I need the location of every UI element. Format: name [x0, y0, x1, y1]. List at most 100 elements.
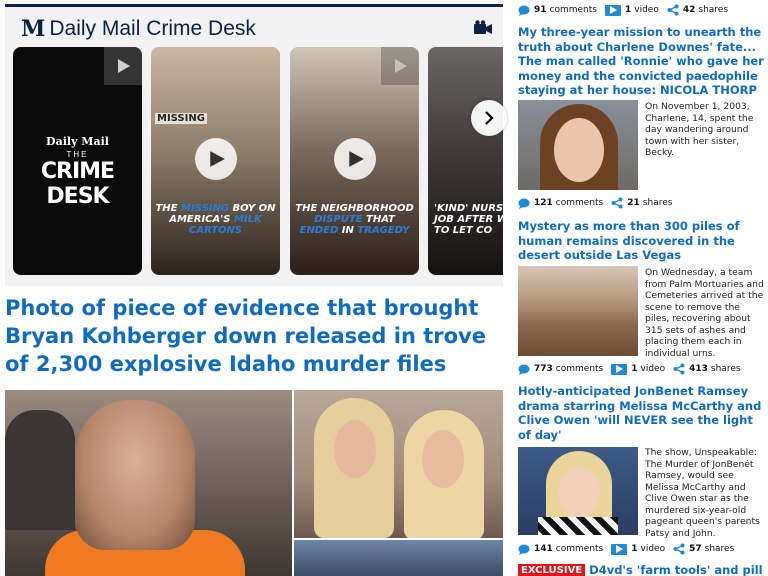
- story-thumbnail[interactable]: [518, 100, 638, 190]
- share-icon[interactable]: [673, 543, 685, 555]
- exclusive-story[interactable]: EXCLUSIVE D4vd's 'farm tools' and pill: [518, 563, 763, 576]
- share-count[interactable]: 413: [689, 364, 708, 374]
- video-count[interactable]: 1: [631, 544, 637, 554]
- story-meta: 91 comments 1 video 42 shares: [518, 2, 728, 18]
- share-icon[interactable]: [673, 363, 685, 375]
- logo-the: THE: [66, 150, 89, 159]
- comment-count[interactable]: 121: [534, 198, 553, 208]
- video-card-caption: THE MISSING BOY ON AMERICA'S MILK CARTON…: [155, 203, 276, 236]
- share-count[interactable]: 21: [627, 198, 640, 208]
- comment-bubble-icon[interactable]: [518, 544, 530, 555]
- carousel-next-button[interactable]: [471, 100, 507, 136]
- play-button[interactable]: [194, 138, 237, 180]
- video-card[interactable]: 'KIND' NURSE JOB AFTER W TO LET CO: [428, 47, 503, 275]
- story-headline-link[interactable]: My three-year mission to unearth the tru…: [518, 25, 764, 98]
- thumb-face: [558, 467, 600, 517]
- share-label: shares: [710, 364, 741, 374]
- comment-label: comments: [555, 364, 604, 374]
- video-icon[interactable]: [604, 4, 621, 16]
- story-meta: 773 comments 1 video 413 shares: [518, 361, 741, 377]
- caption-highlight: TRAGEDY: [357, 225, 410, 236]
- play-button[interactable]: [104, 47, 142, 85]
- caption-part: THE NEIGHBORHOOD: [295, 203, 414, 214]
- missing-poster-label: MISSING: [155, 113, 207, 124]
- caption-line: 'KIND' NURSE: [434, 203, 503, 214]
- caption-highlight: DISPUTE: [314, 214, 363, 225]
- story-meta: 121 comments 21 shares: [518, 195, 672, 211]
- video-icon[interactable]: [611, 363, 628, 375]
- video-camera-icon[interactable]: [473, 20, 493, 36]
- video-icon[interactable]: [611, 543, 628, 555]
- comment-count[interactable]: 91: [534, 5, 547, 15]
- share-count[interactable]: 57: [689, 544, 702, 554]
- share-count[interactable]: 42: [683, 5, 696, 15]
- video-label: video: [640, 544, 666, 554]
- video-card[interactable]: THE NEIGHBORHOOD DISPUTE THAT ENDED IN T…: [290, 47, 419, 275]
- play-icon: [395, 59, 407, 73]
- crime-desk-widget: M Daily Mail Crime Desk Daily Mail THE C…: [5, 4, 507, 286]
- story-thumbnail[interactable]: [518, 266, 638, 356]
- main-headline-link[interactable]: Photo of piece of evidence that brought …: [5, 294, 503, 378]
- caption-line: JOB AFTER W: [434, 214, 503, 225]
- video-card[interactable]: Daily Mail THE CRIME DESK: [13, 47, 142, 275]
- exclusive-badge: EXCLUSIVE: [518, 563, 586, 576]
- logo-crime-desk: CRIME DESK: [40, 159, 115, 209]
- play-icon: [118, 59, 130, 73]
- story-summary: The show, Unspeakable: The Murder of Jon…: [645, 447, 760, 539]
- caption-part: THAT: [362, 214, 395, 225]
- story-meta: 141 comments 1 video 57 shares: [518, 541, 734, 557]
- play-button[interactable]: [333, 138, 376, 180]
- photo-background-figure: [5, 410, 75, 530]
- caption-highlight: MISSING: [181, 203, 230, 214]
- video-carousel: Daily Mail THE CRIME DESK MISSING THE MI…: [13, 47, 503, 275]
- crime-desk-title[interactable]: Daily Mail Crime Desk: [49, 17, 256, 41]
- story-headline-link[interactable]: Hotly-anticipated JonBenet Ramsey drama …: [518, 384, 764, 442]
- video-card-caption: THE NEIGHBORHOOD DISPUTE THAT ENDED IN T…: [294, 203, 415, 236]
- comment-bubble-icon[interactable]: [518, 364, 530, 375]
- article-photo-courtroom[interactable]: [5, 390, 292, 576]
- video-label: video: [634, 5, 659, 15]
- story-headline-link[interactable]: Mystery as more than 300 piles of human …: [518, 219, 764, 263]
- video-count[interactable]: 1: [625, 5, 631, 15]
- caption-part: THE: [155, 203, 181, 214]
- video-card-caption: 'KIND' NURSE JOB AFTER W TO LET CO: [434, 203, 503, 236]
- crime-desk-header[interactable]: M Daily Mail Crime Desk: [21, 15, 256, 43]
- video-card[interactable]: MISSING THE MISSING BOY ON AMERICA'S MIL…: [151, 47, 280, 275]
- logo-daily-mail: Daily Mail: [46, 135, 109, 148]
- story-summary: On November 1, 2003, Charlene, 14, spent…: [645, 101, 754, 158]
- video-label: video: [640, 364, 666, 374]
- play-button[interactable]: [381, 47, 419, 85]
- comment-bubble-icon[interactable]: [518, 198, 530, 209]
- play-icon: [210, 151, 225, 167]
- video-count[interactable]: 1: [631, 364, 637, 374]
- comment-label: comments: [549, 5, 597, 15]
- share-icon[interactable]: [667, 4, 679, 16]
- comment-count[interactable]: 141: [534, 544, 553, 554]
- share-label: shares: [704, 544, 735, 554]
- share-label: shares: [698, 5, 729, 15]
- sidebar-column: 91 comments 1 video 42 shares My three-year…: [518, 0, 768, 576]
- photo-face: [334, 420, 376, 478]
- article-photo-two-women[interactable]: [294, 390, 503, 538]
- caption-part: IN: [338, 225, 358, 236]
- chevron-right-icon: [485, 111, 494, 125]
- crime-desk-logo: Daily Mail THE CRIME DESK: [13, 135, 142, 209]
- comment-count[interactable]: 773: [534, 364, 553, 374]
- article-photo-secondary[interactable]: [294, 540, 503, 576]
- photo-face: [422, 430, 464, 488]
- exclusive-headline-link[interactable]: D4vd's 'farm tools' and pill: [589, 563, 762, 576]
- thumb-dress: [538, 517, 618, 535]
- share-icon[interactable]: [611, 197, 623, 209]
- thumb-face: [554, 118, 604, 182]
- photo-subject: [75, 400, 195, 550]
- share-label: shares: [642, 198, 673, 208]
- comment-bubble-icon[interactable]: [518, 5, 530, 16]
- caption-highlight: ENDED: [299, 225, 339, 236]
- comment-label: comments: [555, 198, 604, 208]
- daily-mail-logo[interactable]: M: [21, 16, 45, 42]
- main-column: M Daily Mail Crime Desk Daily Mail THE C…: [5, 0, 507, 576]
- story-summary: On Wednesday, a team from Palm Mortuarie…: [645, 267, 764, 359]
- caption-line: TO LET CO: [434, 225, 493, 236]
- story-thumbnail[interactable]: [518, 447, 638, 535]
- comment-label: comments: [555, 544, 604, 554]
